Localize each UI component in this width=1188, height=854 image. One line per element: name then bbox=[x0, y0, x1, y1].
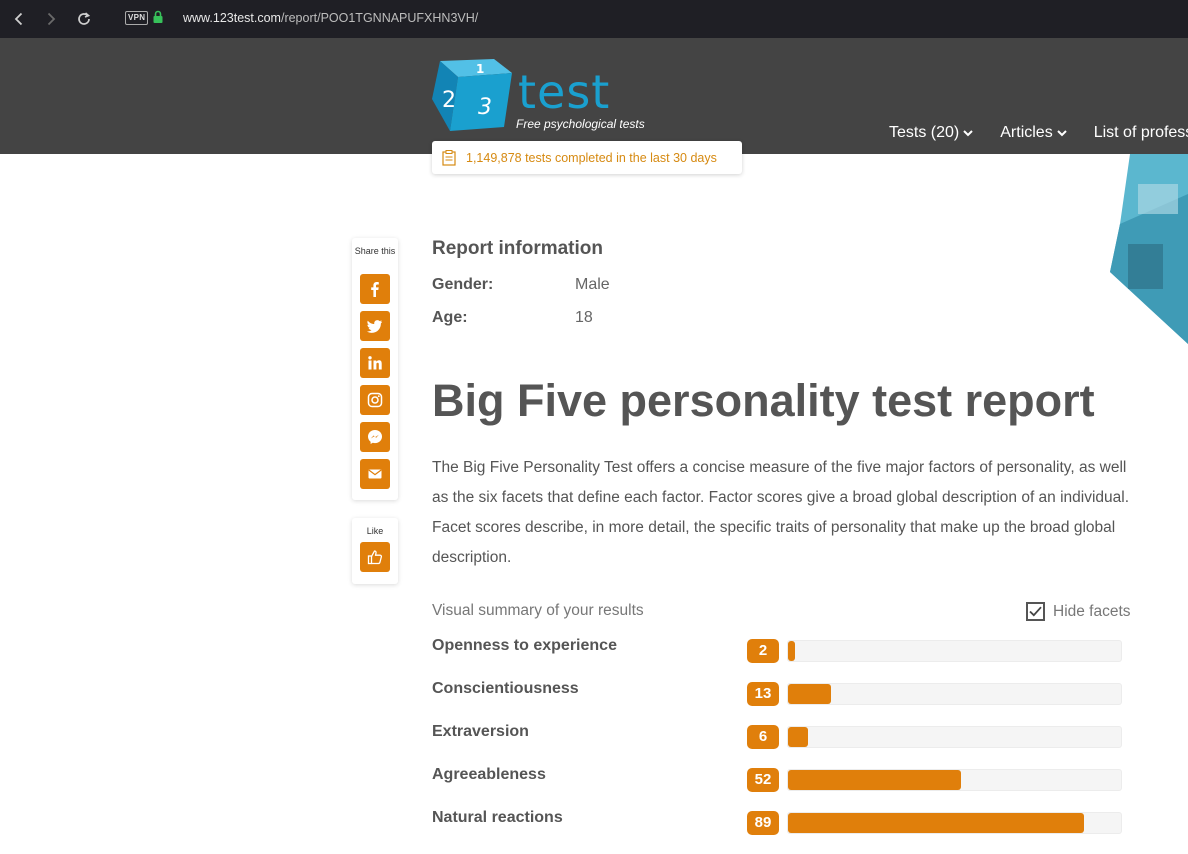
nav-tests-label: Tests (20) bbox=[889, 124, 960, 141]
lock-icon[interactable] bbox=[152, 10, 164, 24]
forward-icon[interactable] bbox=[40, 8, 62, 30]
like-label: Like bbox=[366, 526, 384, 536]
result-bar-track bbox=[787, 726, 1122, 748]
share-twitter-button[interactable] bbox=[360, 311, 390, 341]
result-name: Conscientiousness bbox=[432, 680, 579, 697]
nav-articles[interactable]: Articles bbox=[1000, 124, 1067, 142]
url-path: /report/POO1TGNNAPUFXHN3VH/ bbox=[280, 11, 479, 25]
logo-word: test bbox=[518, 65, 611, 119]
result-row-agreeableness: Agreeableness 52 bbox=[432, 766, 1132, 792]
like-box: Like bbox=[352, 518, 398, 584]
result-bar-track bbox=[787, 683, 1122, 705]
gender-label: Gender: bbox=[432, 276, 494, 293]
nav-articles-label: Articles bbox=[1000, 124, 1053, 141]
age-label: Age: bbox=[432, 309, 468, 326]
site-logo[interactable]: 1 2 3 test Free psychological tests bbox=[432, 59, 662, 139]
messenger-icon bbox=[368, 430, 382, 444]
chevron-down-icon bbox=[1056, 130, 1067, 137]
nav-tests[interactable]: Tests (20) bbox=[889, 124, 974, 142]
main-nav: Tests (20) Articles List of profess bbox=[889, 124, 1188, 142]
tests-counter-text: 1,149,878 tests completed in the last 30… bbox=[466, 150, 717, 165]
share-email-button[interactable] bbox=[360, 459, 390, 489]
result-row-extraversion: Extraversion 6 bbox=[432, 723, 1132, 749]
tests-counter-badge: 1,149,878 tests completed in the last 30… bbox=[432, 141, 742, 174]
nav-professions-label: List of profess bbox=[1093, 124, 1188, 141]
browser-toolbar: VPN www.123test.com/report/POO1TGNNAPUFX… bbox=[0, 0, 1188, 38]
gender-row: Gender: Male bbox=[432, 276, 610, 294]
report-info-title: Report information bbox=[432, 238, 603, 259]
share-messenger-button[interactable] bbox=[360, 422, 390, 452]
result-bar-fill bbox=[788, 641, 795, 661]
chevron-down-icon bbox=[963, 130, 973, 137]
result-row-conscientiousness: Conscientiousness 13 bbox=[432, 680, 1132, 706]
back-icon[interactable] bbox=[8, 8, 30, 30]
clipboard-icon bbox=[442, 149, 456, 166]
result-bar-fill bbox=[788, 813, 1085, 833]
share-instagram-button[interactable] bbox=[360, 385, 390, 415]
linkedin-icon bbox=[368, 356, 382, 370]
result-name: Natural reactions bbox=[432, 809, 563, 826]
share-facebook-button[interactable] bbox=[360, 274, 390, 304]
result-bar-fill bbox=[788, 684, 832, 704]
email-icon bbox=[368, 469, 382, 479]
share-label: Share this bbox=[354, 246, 396, 256]
result-bar-fill bbox=[788, 727, 808, 747]
checkmark-icon bbox=[1029, 606, 1042, 617]
result-row-natural-reactions: Natural reactions 89 bbox=[432, 809, 1132, 835]
age-row: Age: 18 bbox=[432, 309, 593, 327]
result-bar-track bbox=[787, 769, 1122, 791]
page-title: Big Five personality test report bbox=[432, 375, 1095, 426]
hide-facets-toggle[interactable]: Hide facets bbox=[1026, 602, 1131, 621]
result-score: 6 bbox=[747, 725, 779, 749]
svg-text:1: 1 bbox=[476, 62, 484, 76]
like-button[interactable] bbox=[360, 542, 390, 572]
svg-text:3: 3 bbox=[478, 95, 492, 120]
instagram-icon bbox=[367, 392, 383, 408]
result-bar-fill bbox=[788, 770, 962, 790]
result-bar-track bbox=[787, 640, 1122, 662]
share-linkedin-button[interactable] bbox=[360, 348, 390, 378]
twitter-icon bbox=[367, 320, 382, 333]
logo-tagline: Free psychological tests bbox=[516, 117, 645, 131]
result-score: 13 bbox=[747, 682, 779, 706]
summary-label: Visual summary of your results bbox=[432, 602, 644, 619]
hide-facets-label: Hide facets bbox=[1053, 602, 1131, 620]
result-row-openness: Openness to experience 2 bbox=[432, 637, 1132, 663]
facebook-icon bbox=[371, 282, 379, 297]
share-sidebar: Share this bbox=[352, 238, 398, 500]
reload-icon[interactable] bbox=[73, 8, 95, 30]
thumbs-up-icon bbox=[367, 550, 383, 565]
cube-logo-icon: 1 2 3 bbox=[432, 59, 512, 131]
result-score: 2 bbox=[747, 639, 779, 663]
age-value: 18 bbox=[575, 309, 593, 326]
result-name: Openness to experience bbox=[432, 637, 617, 654]
result-score: 89 bbox=[747, 811, 779, 835]
result-score: 52 bbox=[747, 768, 779, 792]
hide-facets-checkbox[interactable] bbox=[1026, 602, 1045, 621]
gender-value: Male bbox=[575, 276, 610, 293]
address-bar[interactable]: www.123test.com/report/POO1TGNNAPUFXHN3V… bbox=[183, 11, 478, 25]
intro-paragraph: The Big Five Personality Test offers a c… bbox=[432, 459, 1130, 566]
svg-text:2: 2 bbox=[442, 88, 456, 113]
result-name: Agreeableness bbox=[432, 766, 546, 783]
nav-professions[interactable]: List of profess bbox=[1094, 124, 1188, 142]
url-domain: www.123test.com bbox=[183, 11, 281, 25]
decorative-corner-image bbox=[1110, 154, 1188, 344]
result-bar-track bbox=[787, 812, 1122, 834]
result-name: Extraversion bbox=[432, 723, 529, 740]
vpn-badge[interactable]: VPN bbox=[125, 11, 149, 25]
